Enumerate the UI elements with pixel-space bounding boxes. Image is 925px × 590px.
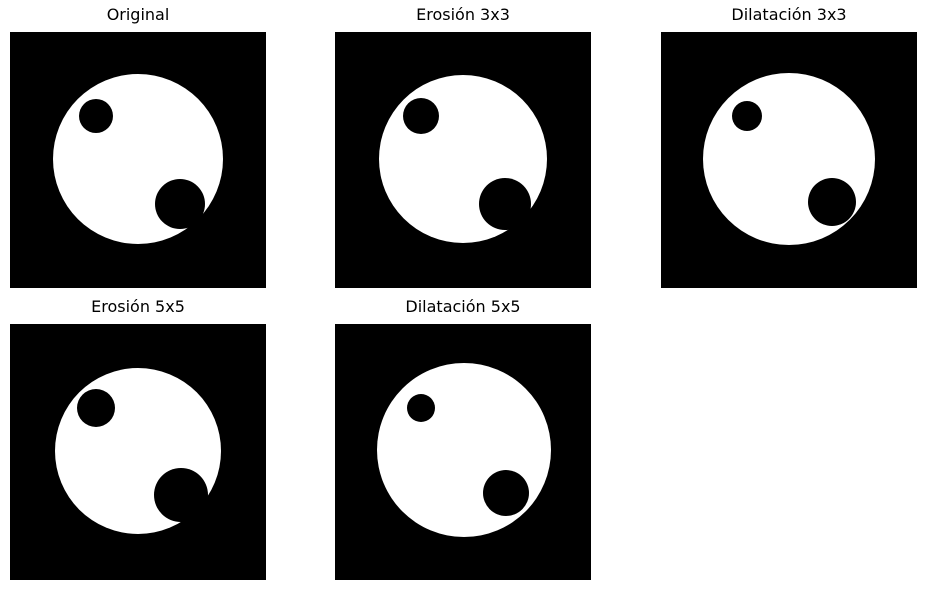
image-erosion-3x3 [335,32,591,288]
panel-title: Erosión 3x3 [416,5,510,24]
panel-dilatacion-3x3: Dilatación 3x3 [661,4,917,288]
image-original [10,32,266,288]
panel-dilatacion-5x5: Dilatación 5x5 [335,296,591,580]
image-dilatacion-3x3 [661,32,917,288]
panel-title: Original [106,5,170,24]
panel-erosion-5x5: Erosión 5x5 [10,296,266,580]
panel-original: Original [10,4,266,288]
panel-erosion-3x3: Erosión 3x3 [335,4,591,288]
panel-title: Erosión 5x5 [91,297,185,316]
image-dilatacion-5x5 [335,324,591,580]
image-erosion-5x5 [10,324,266,580]
panel-title: Dilatación 3x3 [731,5,847,24]
panel-title: Dilatación 5x5 [405,297,521,316]
